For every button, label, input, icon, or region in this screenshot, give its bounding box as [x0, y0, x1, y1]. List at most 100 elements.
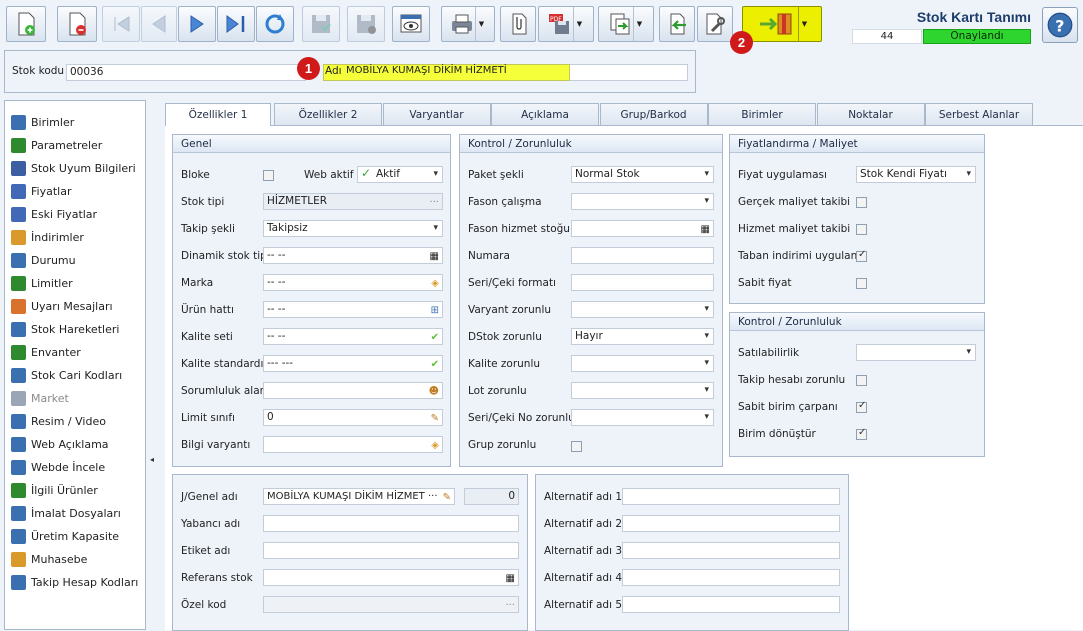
- tag-icon[interactable]: ◈: [431, 438, 439, 452]
- sidebar-splitter[interactable]: ◂: [148, 100, 158, 630]
- jgenel-field[interactable]: MOBİLYA KUMAŞI DİKİM HİZMET ··· ✎: [263, 488, 455, 505]
- grup-zorunlu-checkbox[interactable]: [571, 441, 582, 452]
- sidebar-item-5[interactable]: Eski Fiyatlar: [11, 204, 97, 224]
- sabit-fiyat-checkbox[interactable]: [856, 278, 867, 289]
- first-record-button[interactable]: [102, 6, 140, 42]
- tools-button[interactable]: [697, 6, 733, 42]
- sidebar-item-21[interactable]: Takip Hesap Kodları: [11, 572, 138, 592]
- etiket-field[interactable]: [263, 542, 519, 559]
- sidebar-item-6[interactable]: İndirimler: [11, 227, 84, 247]
- kalite-seti-field[interactable]: -- -- ✔: [263, 328, 443, 345]
- sidebar-item-19[interactable]: Üretim Kapasite: [11, 526, 119, 546]
- quality-check-icon[interactable]: ✔: [431, 357, 439, 371]
- dstok-select[interactable]: Hayır: [571, 328, 714, 345]
- fiyat-uygulamasi-select[interactable]: Stok Kendi Fiyatı: [856, 166, 976, 183]
- tab-4[interactable]: Açıklama: [491, 103, 599, 125]
- attach-button[interactable]: [500, 6, 536, 42]
- gercek-maliyet-checkbox[interactable]: [856, 197, 867, 208]
- new-button[interactable]: [6, 6, 46, 42]
- sorumluluk-field[interactable]: ☻: [263, 382, 443, 399]
- ozel-kod-field[interactable]: ···: [263, 596, 519, 613]
- sidebar-item-3[interactable]: Stok Uyum Bilgileri: [11, 158, 136, 178]
- kalite-zorunlu-select[interactable]: [571, 355, 714, 372]
- kalite-std-field[interactable]: --- --- ✔: [263, 355, 443, 372]
- ellipsis-icon[interactable]: ···: [505, 598, 515, 612]
- alternatif-adi-field-2[interactable]: [622, 515, 840, 532]
- sidebar-item-12[interactable]: Stok Cari Kodları: [11, 365, 122, 385]
- exit-dropdown-arrow[interactable]: ▼: [798, 7, 810, 41]
- print-dropdown-arrow[interactable]: ▼: [475, 7, 487, 41]
- sidebar-item-7[interactable]: Durumu: [11, 250, 76, 270]
- paket-select[interactable]: Normal Stok: [571, 166, 714, 183]
- edit-icon[interactable]: ✎: [443, 490, 451, 504]
- alternatif-adi-field-4[interactable]: [622, 569, 840, 586]
- sidebar-item-16[interactable]: Webde İncele: [11, 457, 105, 477]
- seri-format-field[interactable]: [571, 274, 714, 291]
- help-button[interactable]: ?: [1042, 7, 1078, 43]
- sidebar-item-2[interactable]: Parametreler: [11, 135, 102, 155]
- exit-button[interactable]: ▼: [742, 6, 822, 42]
- quality-check-icon[interactable]: ✔: [431, 330, 439, 344]
- sidebar-item-18[interactable]: İmalat Dosyaları: [11, 503, 121, 523]
- bilgi-field[interactable]: ◈: [263, 436, 443, 453]
- save-button[interactable]: [302, 6, 340, 42]
- adi-input[interactable]: MOBİLYA KUMAŞI DİKİM HİZMETİ: [346, 65, 507, 76]
- edit-icon[interactable]: ✎: [431, 411, 439, 425]
- tab-6[interactable]: Birimler: [708, 103, 816, 125]
- alternatif-adi-field-3[interactable]: [622, 542, 840, 559]
- pdf-dropdown-arrow[interactable]: ▼: [573, 7, 585, 41]
- fason-calisma-select[interactable]: [571, 193, 714, 210]
- takip-sekli-select[interactable]: Takipsiz: [263, 220, 443, 237]
- sidebar-item-10[interactable]: Stok Hareketleri: [11, 319, 119, 339]
- hizmet-maliyet-checkbox[interactable]: [856, 224, 867, 235]
- preview-button[interactable]: [392, 6, 430, 42]
- lookup-icon[interactable]: ▦: [430, 249, 439, 263]
- taban-indirimi-checkbox[interactable]: [856, 249, 867, 262]
- sidebar-item-14[interactable]: Resim / Video: [11, 411, 106, 431]
- lot-zorunlu-select[interactable]: [571, 382, 714, 399]
- bloke-checkbox[interactable]: [263, 170, 274, 181]
- transfer-button[interactable]: ▼: [598, 6, 654, 42]
- lookup-icon[interactable]: ▦: [506, 571, 515, 585]
- tab-5[interactable]: Grup/Barkod: [599, 103, 708, 125]
- print-button[interactable]: ▼: [441, 6, 495, 42]
- sidebar-item-4[interactable]: Fiyatlar: [11, 181, 71, 201]
- alternatif-adi-field-5[interactable]: [622, 596, 840, 613]
- numara-field[interactable]: [571, 247, 714, 264]
- last-record-button[interactable]: [217, 6, 255, 42]
- seri-no-zorunlu-select[interactable]: [571, 409, 714, 426]
- save-close-button[interactable]: [347, 6, 385, 42]
- sidebar-item-9[interactable]: Uyarı Mesajları: [11, 296, 113, 316]
- birim-donustur-checkbox[interactable]: [856, 427, 867, 440]
- prev-record-button[interactable]: [141, 6, 177, 42]
- sidebar-item-13[interactable]: Market: [11, 388, 69, 408]
- sabit-birim-checkbox[interactable]: [856, 400, 867, 413]
- tab-7[interactable]: Noktalar: [816, 103, 925, 125]
- satilabilirlik-select[interactable]: [856, 344, 976, 361]
- people-icon[interactable]: ☻: [429, 384, 439, 398]
- alternatif-adi-field-1[interactable]: [622, 488, 840, 505]
- tab-3[interactable]: Varyantlar: [382, 103, 491, 125]
- lookup-icon[interactable]: ▦: [701, 222, 710, 236]
- refresh-button[interactable]: [256, 6, 294, 42]
- sidebar-item-11[interactable]: Envanter: [11, 342, 81, 362]
- dinamik-field[interactable]: -- -- ▦: [263, 247, 443, 264]
- stok-kodu-input[interactable]: 00036: [66, 64, 306, 81]
- sidebar-item-17[interactable]: İlgili Ürünler: [11, 480, 98, 500]
- fason-hizmet-field[interactable]: ▦: [571, 220, 714, 237]
- import-button[interactable]: [659, 6, 695, 42]
- tab-8[interactable]: Serbest Alanlar: [925, 103, 1033, 125]
- stok-tipi-field[interactable]: HİZMETLER ···: [263, 193, 443, 210]
- delete-button[interactable]: [57, 6, 97, 42]
- tag-icon[interactable]: ◈: [431, 276, 439, 290]
- sidebar-item-15[interactable]: Web Açıklama: [11, 434, 109, 454]
- sidebar-item-8[interactable]: Limitler: [11, 273, 73, 293]
- transfer-dropdown-arrow[interactable]: ▼: [633, 7, 645, 41]
- next-record-button[interactable]: [178, 6, 216, 42]
- limit-field[interactable]: 0 ✎: [263, 409, 443, 426]
- sidebar-item-20[interactable]: Muhasebe: [11, 549, 87, 569]
- referans-field[interactable]: ▦: [263, 569, 519, 586]
- hierarchy-icon[interactable]: ⊞: [431, 303, 439, 317]
- varyant-zorunlu-select[interactable]: [571, 301, 714, 318]
- urun-hatti-field[interactable]: -- -- ⊞: [263, 301, 443, 318]
